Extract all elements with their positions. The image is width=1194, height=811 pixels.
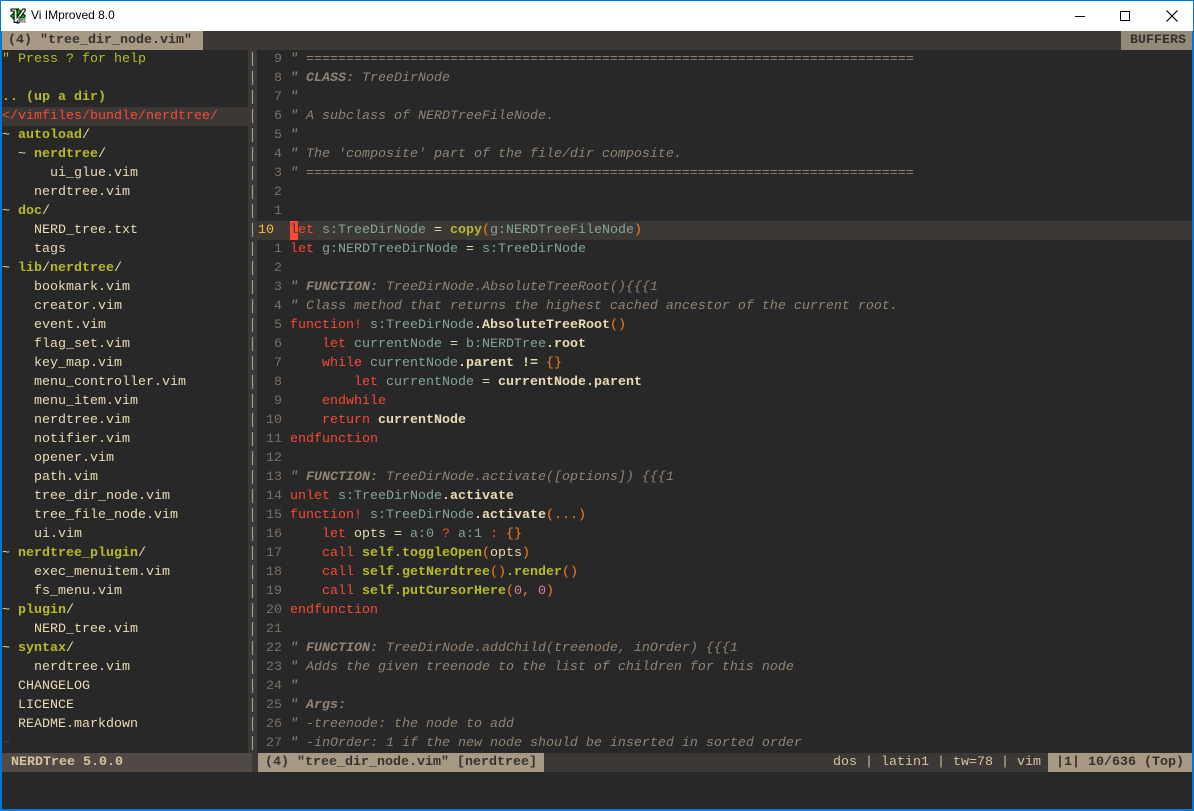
svg-text:im: im xyxy=(18,15,26,24)
